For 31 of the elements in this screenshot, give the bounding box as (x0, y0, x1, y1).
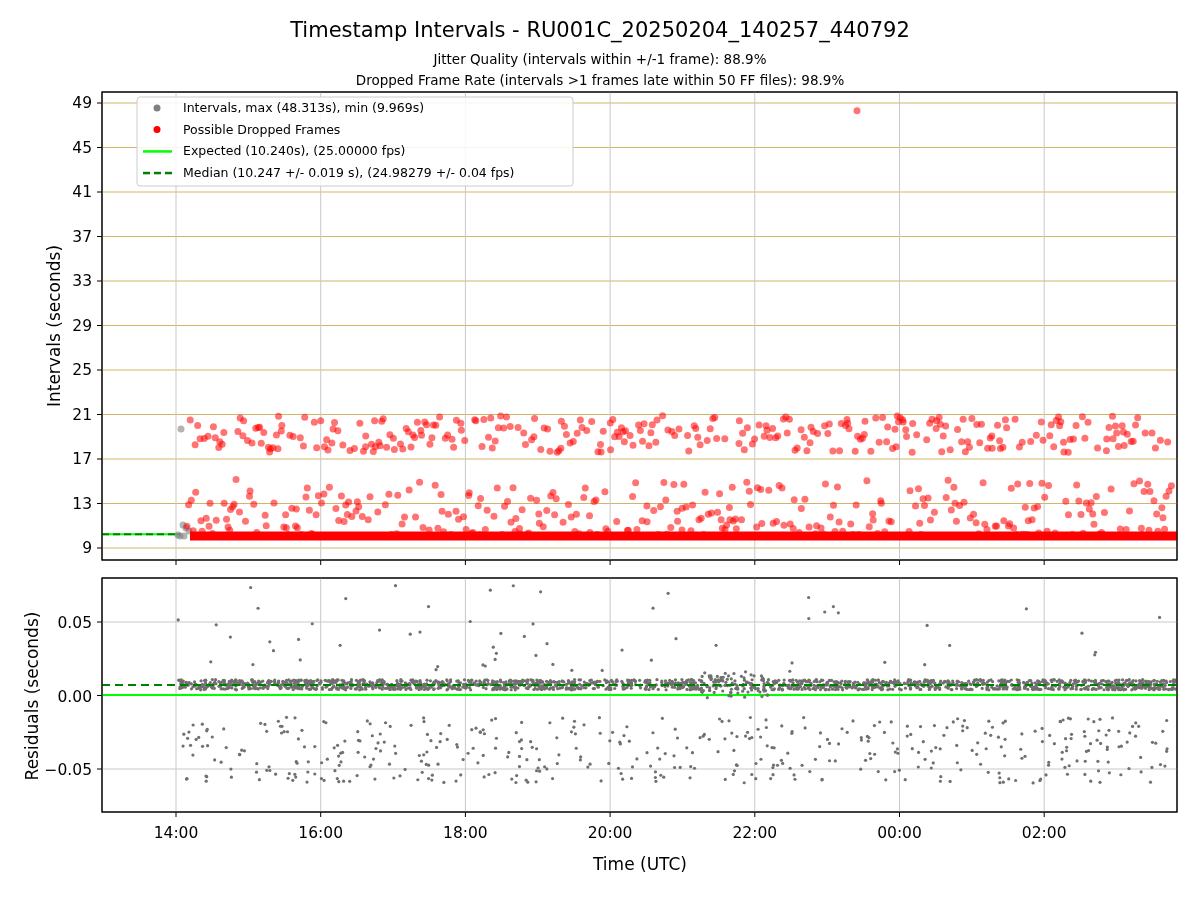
legend-label: Intervals, max (48.313s), min (9.969s) (183, 100, 425, 115)
tick-label: 21 (72, 405, 92, 424)
legend-label: Median (10.247 +/- 0.019 s), (24.98279 +/- 0.04 fps) (183, 164, 515, 180)
tick-label: 45 (72, 138, 92, 157)
tick-label: 41 (72, 183, 92, 201)
legend-label: Possible Dropped Frames (183, 121, 341, 137)
tick-label: 00:00 (877, 824, 922, 842)
axis-label: Residuals (seconds) (22, 611, 42, 781)
legend-label: Expected (10.240s), (25.00000 fps) (183, 143, 406, 159)
tick-label: 9 (82, 539, 92, 557)
tick-label: 37 (72, 227, 92, 246)
chart-title: Timestamp Intervals - RU001C_20250204_140257_440792 (290, 18, 910, 42)
tick-label: 18:00 (443, 824, 488, 842)
axis-label: Time (UTC) (593, 854, 687, 874)
tick-label: 33 (72, 272, 92, 290)
tick-label: −0.05 (44, 761, 92, 779)
tick-label: 29 (72, 316, 92, 335)
tick-label: 20:00 (587, 824, 633, 842)
tick-label: 16:00 (298, 824, 344, 842)
chart-subtitle: Dropped Frame Rate (intervals >1 frames late within 50 FF files): 98.9% (355, 72, 845, 88)
tick-label: 22:00 (732, 824, 778, 842)
axis-label: Intervals (seconds) (44, 244, 64, 408)
chart-subtitle: Jitter Quality (intervals within +/-1 frame): 88.9% (433, 51, 767, 67)
tick-label: 0.05 (57, 614, 92, 632)
tick-label: 02:00 (1021, 824, 1067, 842)
tick-label: 17 (72, 450, 92, 468)
tick-label: 25 (72, 361, 92, 379)
tick-label: 13 (72, 494, 92, 513)
tick-label: 14:00 (153, 824, 199, 842)
tick-label: 49 (72, 94, 92, 112)
tick-label: 0.00 (57, 687, 92, 706)
